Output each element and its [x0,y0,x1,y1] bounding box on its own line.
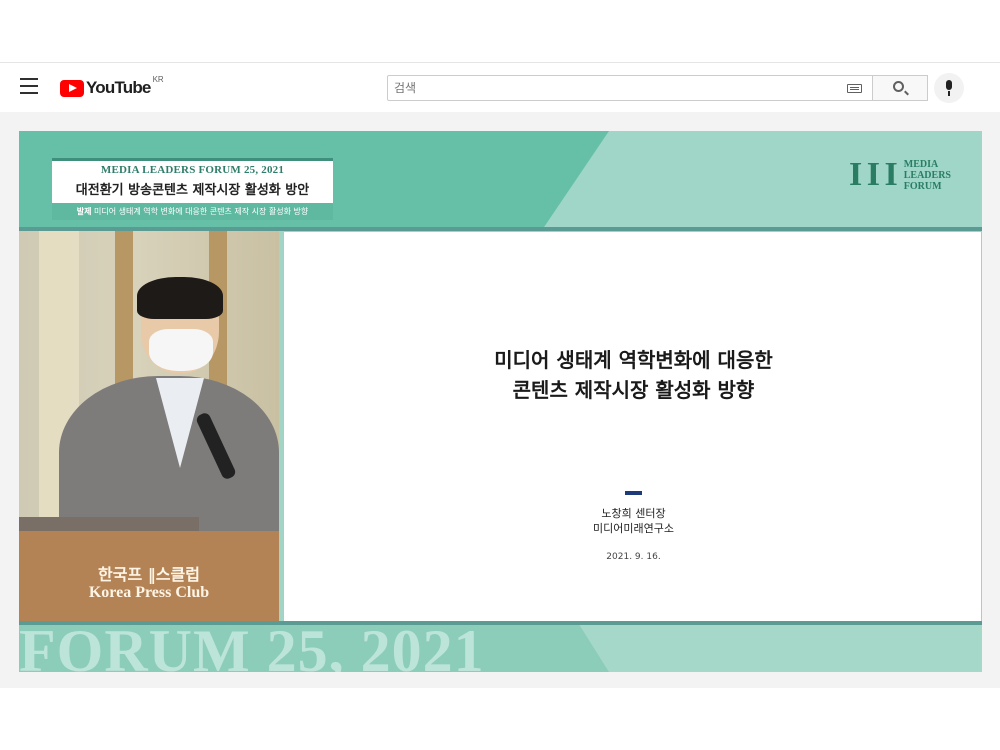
slide-author: 노창희 센터장 [601,507,666,520]
youtube-play-icon [60,79,84,97]
brand-line3: FORUM [903,180,942,192]
speaker-camera-view: 한국프 ‖스클럽 Korea Press Club [19,231,279,621]
brand-line1: MEDIA [903,158,939,170]
laptop [19,517,199,531]
forum-subtitle: 발제 미디어 생태계 역학 변화에 대응한 콘텐츠 제작 시장 활성화 방향 [52,203,333,220]
forum-title-en: MEDIA LEADERS FORUM 25, 2021 [100,164,285,176]
search-input[interactable] [388,76,828,100]
search-button[interactable] [873,75,928,101]
country-code: KR [152,75,164,84]
youtube-logo[interactable]: YouTube KR [60,75,164,99]
mic-icon [946,80,952,90]
search-box [387,75,873,101]
podium-label-en: Korea Press Club [88,584,210,601]
page: YouTube KR MEDIA LEADERS FORUM 25, 2021 … [0,0,1000,750]
menu-icon[interactable] [20,78,38,94]
search-icon [893,81,904,92]
slide-title-line1: 미디어 생태계 역학변화에 대응한 [494,348,773,372]
slide-title-line2: 콘텐츠 제작시장 활성화 방향 [512,378,755,402]
youtube-header: YouTube KR [0,62,1000,112]
keyboard-icon[interactable] [847,84,862,93]
speaker-figure [59,277,279,546]
brand-line2: LEADERS [903,169,951,181]
podium-label-ko: 한국프 ‖스클럽 [98,565,200,584]
slide-divider [625,491,642,495]
subtitle-label: 발제 [76,207,92,216]
slide-organization: 미디어미래연구소 [593,522,674,535]
logo-text: YouTube [86,78,151,97]
forum-brand-logo: I I I MEDIA LEADERS FORUM [849,155,951,195]
brand-mark: I I I [849,156,898,193]
bottom-watermark: FORUM 25, 2021 [19,618,485,672]
slide-date: 2021. 9. 16. [606,552,661,562]
brand-text: MEDIA LEADERS FORUM [904,159,951,192]
presentation-slide: 미디어 생태계 역학변화에 대응한 콘텐츠 제작시장 활성화 방향 노창희 센터… [283,231,982,623]
forum-title-ko: 대전환기 방송콘텐츠 제작시장 활성화 방안 [75,183,310,198]
voice-search-button[interactable] [934,73,964,103]
video-frame[interactable]: MEDIA LEADERS FORUM 25, 2021 대전환기 방송콘텐츠 … [19,131,982,672]
subtitle-text: 미디어 생태계 역학 변화에 대응한 콘텐츠 제작 시장 활성화 방향 [94,207,309,216]
forum-title-box: MEDIA LEADERS FORUM 25, 2021 대전환기 방송콘텐츠 … [52,158,333,220]
